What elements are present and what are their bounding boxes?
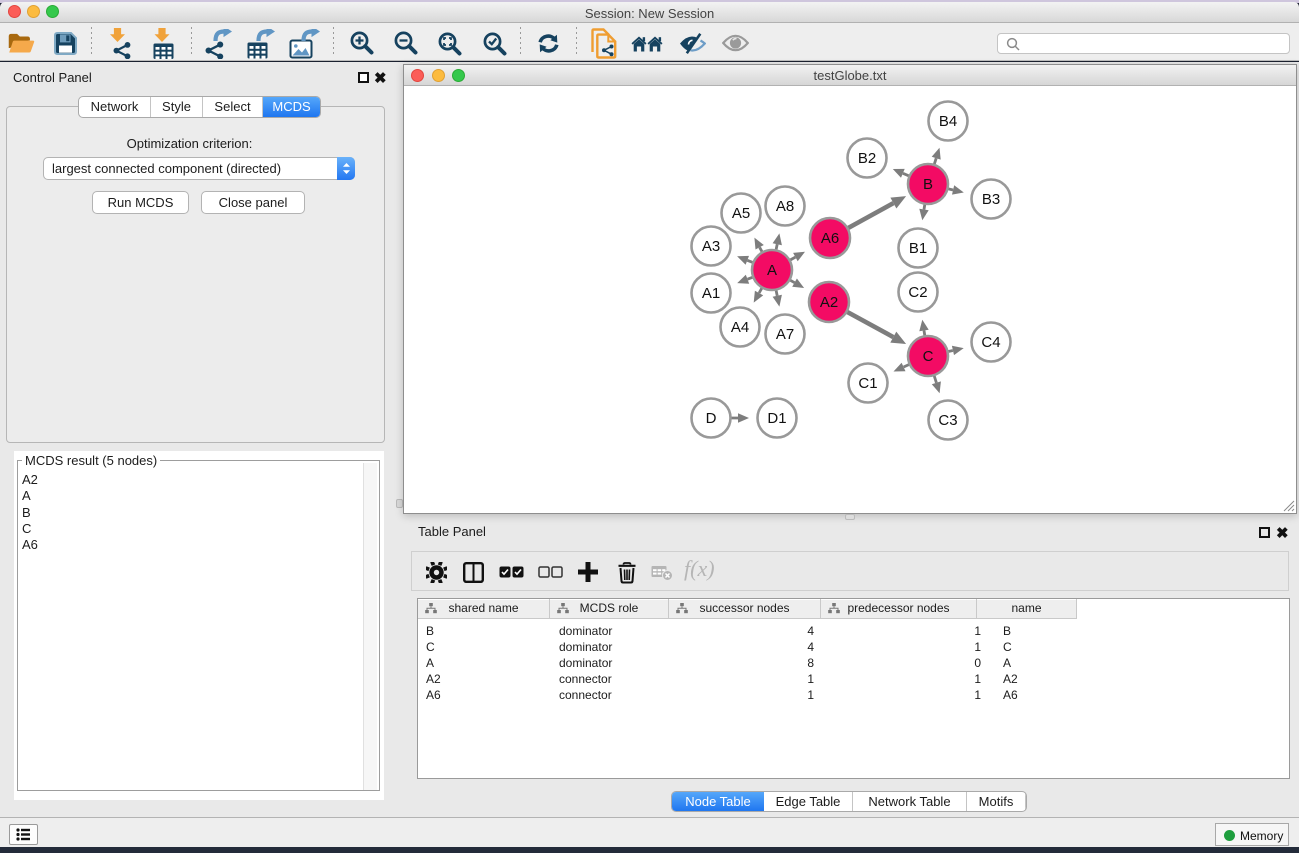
svg-text:C: C (923, 348, 934, 365)
svg-text:A5: A5 (732, 205, 750, 222)
svg-text:A7: A7 (776, 326, 794, 343)
svg-text:A4: A4 (731, 319, 749, 336)
svg-text:B1: B1 (909, 240, 927, 257)
svg-text:D1: D1 (767, 410, 786, 427)
svg-text:D: D (706, 410, 717, 427)
svg-text:A1: A1 (702, 285, 720, 302)
svg-text:A: A (767, 262, 777, 279)
svg-text:C1: C1 (858, 375, 877, 392)
svg-text:C2: C2 (908, 284, 927, 301)
svg-text:B4: B4 (939, 113, 957, 130)
svg-text:A2: A2 (820, 294, 838, 311)
svg-text:C4: C4 (981, 334, 1000, 351)
svg-text:B: B (923, 176, 933, 193)
svg-text:B2: B2 (858, 150, 876, 167)
svg-text:B3: B3 (982, 191, 1000, 208)
svg-text:A3: A3 (702, 238, 720, 255)
svg-text:A8: A8 (776, 198, 794, 215)
svg-text:A6: A6 (821, 230, 839, 247)
svg-text:C3: C3 (938, 412, 957, 429)
